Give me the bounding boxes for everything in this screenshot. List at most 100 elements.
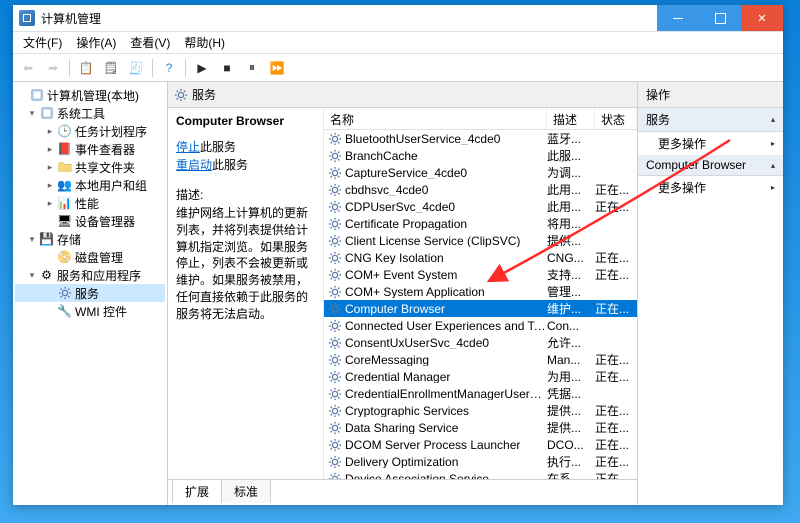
service-desc: Man... [547, 354, 595, 366]
gear-icon [327, 369, 342, 384]
tree-diskmgmt[interactable]: 📀磁盘管理 [15, 248, 165, 266]
service-row[interactable]: Delivery Optimization执行...正在... [324, 453, 637, 470]
gear-icon [327, 182, 342, 197]
service-desc: 将用... [547, 218, 595, 230]
tree-services[interactable]: 服务 [15, 284, 165, 302]
tree-systools[interactable]: ▾ 系统工具 [15, 104, 165, 122]
mid-header-title: 服务 [192, 86, 216, 103]
service-name: DCOM Server Process Launcher [345, 439, 547, 451]
gear-icon [327, 318, 342, 333]
tree-services-apps[interactable]: ▾⚙服务和应用程序 [15, 266, 165, 284]
window-title: 计算机管理 [41, 10, 657, 27]
service-name: COM+ Event System [345, 269, 547, 281]
service-row[interactable]: DCOM Server Process LauncherDCO...正在... [324, 436, 637, 453]
service-desc: 提供... [547, 405, 595, 417]
gear-icon [327, 403, 342, 418]
maximize-button[interactable] [699, 5, 741, 31]
service-row[interactable]: Client License Service (ClipSVC)提供... [324, 232, 637, 249]
actions-more-2[interactable]: 更多操作▸ [638, 176, 783, 199]
gear-icon [327, 199, 342, 214]
collapse-icon: ▴ [771, 161, 775, 170]
gear-icon [327, 454, 342, 469]
pause-icon[interactable]: ⏸ [241, 57, 263, 79]
tab-standard[interactable]: 标准 [221, 479, 271, 503]
service-desc: DCO... [547, 439, 595, 451]
actions-section-services[interactable]: 服务▴ [638, 108, 783, 132]
help-icon[interactable]: ? [158, 57, 180, 79]
tree-devicemgr[interactable]: 🖥设备管理器 [15, 212, 165, 230]
service-row[interactable]: Computer Browser维护...正在... [324, 300, 637, 317]
stop-icon[interactable]: ■ [216, 57, 238, 79]
service-row[interactable]: BranchCache此服... [324, 147, 637, 164]
menu-file[interactable]: 文件(F) [17, 32, 68, 53]
service-status: 正在... [595, 303, 637, 315]
service-desc: CNG... [547, 252, 595, 264]
menu-action[interactable]: 操作(A) [70, 32, 122, 53]
service-desc: 在系... [547, 473, 595, 480]
col-name[interactable]: 名称 [324, 108, 547, 129]
service-row[interactable]: Cryptographic Services提供...正在... [324, 402, 637, 419]
service-name: cbdhsvc_4cde0 [345, 184, 547, 196]
service-desc: 维护... [547, 303, 595, 315]
tree-storage[interactable]: ▾💾存储 [15, 230, 165, 248]
service-row[interactable]: CDPUserSvc_4cde0此用...正在... [324, 198, 637, 215]
restart-service-link[interactable]: 重启动 [176, 158, 212, 172]
service-desc: 凭据... [547, 388, 595, 400]
list-icon[interactable]: 🗒 [100, 57, 122, 79]
forward-icon[interactable]: ➡ [42, 57, 64, 79]
service-desc: 为调... [547, 167, 595, 179]
actions-more-1[interactable]: 更多操作▸ [638, 132, 783, 155]
tab-extended[interactable]: 扩展 [172, 479, 222, 503]
back-icon[interactable]: ⬅ [17, 57, 39, 79]
service-detail-title: Computer Browser [176, 114, 315, 128]
desc-label: 描述: [176, 186, 315, 203]
app-icon [19, 10, 35, 26]
service-row[interactable]: cbdhsvc_4cde0此用...正在... [324, 181, 637, 198]
cut-icon[interactable]: 📋 [75, 57, 97, 79]
tree-eventviewer[interactable]: ▸📕事件查看器 [15, 140, 165, 158]
menu-help[interactable]: 帮助(H) [178, 32, 231, 53]
service-name: Computer Browser [345, 303, 547, 315]
gear-icon [327, 386, 342, 401]
service-name: CaptureService_4cde0 [345, 167, 547, 179]
play-icon[interactable]: ▶ [191, 57, 213, 79]
service-row[interactable]: ConsentUxUserSvc_4cde0允许... [324, 334, 637, 351]
gear-icon [327, 165, 342, 180]
service-desc: 提供... [547, 422, 595, 434]
service-status: 正在... [595, 354, 637, 366]
actions-section-browser[interactable]: Computer Browser▴ [638, 155, 783, 176]
service-row[interactable]: BluetoothUserService_4cde0蓝牙... [324, 130, 637, 147]
service-row[interactable]: COM+ Event System支持...正在... [324, 266, 637, 283]
col-status[interactable]: 状态 [595, 108, 637, 129]
prop-icon[interactable]: 🧾 [125, 57, 147, 79]
close-button[interactable] [741, 5, 783, 31]
service-row[interactable]: Credential Manager为用...正在... [324, 368, 637, 385]
service-desc: 管理... [547, 286, 595, 298]
minimize-button[interactable] [657, 5, 699, 31]
col-desc[interactable]: 描述 [547, 108, 595, 129]
service-desc: 支持... [547, 269, 595, 281]
service-desc: 为用... [547, 371, 595, 383]
service-desc: Con... [547, 320, 595, 332]
service-row[interactable]: COM+ System Application管理... [324, 283, 637, 300]
menu-view[interactable]: 查看(V) [124, 32, 176, 53]
view-tabs: 扩展 标准 [168, 479, 637, 505]
service-row[interactable]: Device Association Service在系...正在... [324, 470, 637, 479]
tree-root[interactable]: 计算机管理(本地) [15, 86, 165, 104]
service-row[interactable]: CredentialEnrollmentManagerUserSvc_4c...… [324, 385, 637, 402]
service-status: 正在... [595, 184, 637, 196]
service-row[interactable]: CaptureService_4cde0为调... [324, 164, 637, 181]
tree-performance[interactable]: ▸📊性能 [15, 194, 165, 212]
tree-wmi[interactable]: 🔧WMI 控件 [15, 302, 165, 320]
service-row[interactable]: Connected User Experiences and Teleme...… [324, 317, 637, 334]
service-row[interactable]: CNG Key IsolationCNG...正在... [324, 249, 637, 266]
tree-taskscheduler[interactable]: ▸🕒任务计划程序 [15, 122, 165, 140]
service-row[interactable]: CoreMessagingMan...正在... [324, 351, 637, 368]
tree-localusers[interactable]: ▸👥本地用户和组 [15, 176, 165, 194]
service-status: 正在... [595, 252, 637, 264]
stop-service-link[interactable]: 停止 [176, 140, 200, 154]
restart-icon[interactable]: ⏩ [266, 57, 288, 79]
service-row[interactable]: Data Sharing Service提供...正在... [324, 419, 637, 436]
tree-sharedfolders[interactable]: ▸共享文件夹 [15, 158, 165, 176]
service-row[interactable]: Certificate Propagation将用... [324, 215, 637, 232]
